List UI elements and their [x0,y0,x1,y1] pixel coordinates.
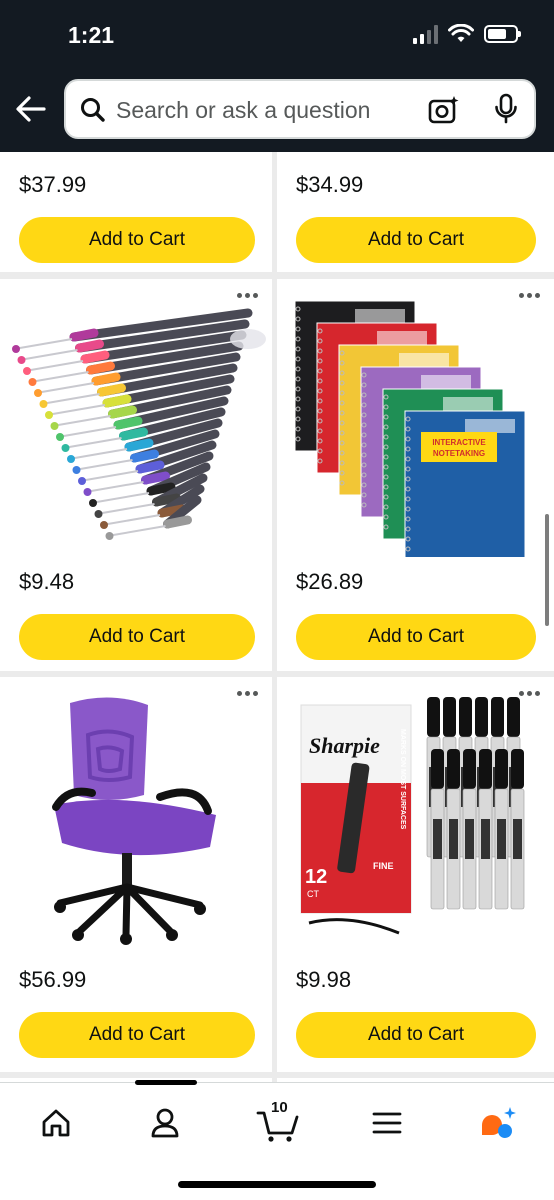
status-time: 1:21 [68,22,115,48]
product-grid: $37.99 Add to Cart $34.99 Add to Cart $9… [0,152,554,1082]
sharpie-tip: FINE [373,861,394,871]
search-bar[interactable] [64,79,536,139]
add-to-cart-button[interactable]: Add to Cart [19,217,255,263]
sharpie-brand: Sharpie [309,733,380,758]
scrollbar[interactable] [545,514,549,626]
product-image-notebooks[interactable]: INTERACTIVE NOTETAKING [291,297,541,557]
nav-home[interactable] [34,1101,78,1145]
sharpie-count-unit: CT [307,889,319,899]
home-indicator [178,1181,376,1188]
product-price: $26.89 [296,569,364,594]
product-price: $34.99 [296,172,364,197]
search-icon [81,98,105,122]
nav-rufus[interactable] [476,1101,520,1145]
cellular-signal-icon [413,24,438,44]
bottom-navigation: 10 [0,1080,554,1200]
add-to-cart-button[interactable]: Add to Cart [19,1012,255,1058]
product-price: $9.48 [19,569,75,594]
hamburger-menu-icon [372,1112,402,1134]
product-price: $9.98 [296,967,352,992]
add-to-cart-button[interactable]: Add to Cart [19,614,255,660]
active-tab-indicator [135,1080,197,1085]
back-arrow-icon[interactable] [14,92,48,126]
product-price: $56.99 [19,967,87,992]
product-card[interactable]: $37.99 Add to Cart [0,152,272,272]
product-card[interactable]: $34.99 Add to Cart [277,152,554,272]
product-card[interactable]: $56.99 Add to Cart [0,677,272,1072]
wifi-icon [448,24,474,42]
product-card[interactable]: INTERACTIVE NOTETAKING $26.89 Add to Car… [277,279,554,671]
home-icon [42,1109,70,1137]
nav-account[interactable] [143,1101,187,1145]
product-price: $37.99 [19,172,87,197]
notebook-cover-line2: NOTETAKING [433,449,485,458]
battery-icon [484,25,521,43]
person-icon [151,1108,179,1138]
search-input[interactable] [116,95,406,125]
more-options-icon[interactable] [237,691,258,696]
notebook-cover-line1: INTERACTIVE [432,438,486,447]
cart-count: 10 [271,1099,288,1116]
more-options-icon[interactable] [237,293,258,298]
product-image-pens[interactable] [8,301,266,551]
nav-menu[interactable] [365,1101,409,1145]
status-icons [413,24,521,44]
product-card[interactable]: Sharpie MARKS ON MOST SURFACES 12 CT FIN… [277,677,554,1072]
camera-search-icon[interactable] [428,95,460,125]
nav-cart[interactable]: 10 [252,1099,304,1145]
product-image-sharpie-markers[interactable]: Sharpie MARKS ON MOST SURFACES 12 CT FIN… [299,693,535,953]
product-card[interactable]: $9.48 Add to Cart [0,279,272,671]
top-bar: 1:21 [0,0,554,152]
sharpie-side-text: MARKS ON MOST SURFACES [399,729,406,830]
add-to-cart-button[interactable]: Add to Cart [296,1012,536,1058]
microphone-icon[interactable] [494,93,518,125]
sharpie-count: 12 [305,866,327,888]
add-to-cart-button[interactable]: Add to Cart [296,217,536,263]
product-image-office-chair[interactable] [40,695,230,955]
rufus-assistant-icon [482,1107,516,1138]
add-to-cart-button[interactable]: Add to Cart [296,614,536,660]
